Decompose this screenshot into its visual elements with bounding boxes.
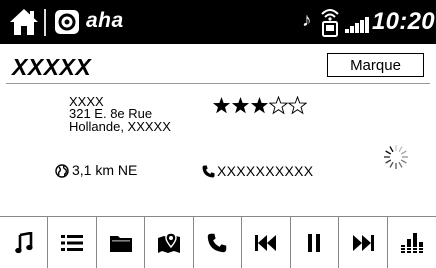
equalizer-button[interactable] <box>388 217 436 268</box>
phone-call-icon <box>208 233 227 252</box>
status-bar: aha ♪ 10:20 <box>0 0 436 44</box>
clock: 10:20 <box>372 8 435 35</box>
app-name: aha <box>86 9 124 32</box>
divider <box>6 83 430 84</box>
station-title: XXXXX <box>12 54 92 80</box>
globe-icon <box>55 164 69 178</box>
phone-button[interactable] <box>194 217 243 268</box>
music-button[interactable] <box>0 217 49 268</box>
phone-number[interactable]: XXXXXXXXXX <box>217 163 313 179</box>
map-pin-icon <box>158 231 181 253</box>
aha-logo-icon <box>55 10 79 34</box>
previous-track-button[interactable] <box>242 217 291 268</box>
next-track-button[interactable] <box>339 217 388 268</box>
folder-icon <box>109 235 132 252</box>
next-track-icon <box>352 234 374 251</box>
status-separator <box>44 9 46 36</box>
phone-wifi-icon <box>321 9 339 37</box>
pause-icon <box>308 233 321 252</box>
address-line-3: Hollande, XXXXX <box>69 119 171 134</box>
star-empty-icon <box>288 96 307 115</box>
star-empty-icon <box>269 96 288 115</box>
list-icon <box>61 234 84 251</box>
folder-button[interactable] <box>97 217 146 268</box>
star-filled-icon <box>212 96 231 114</box>
list-button[interactable] <box>48 217 97 268</box>
music-icon <box>14 231 33 253</box>
star-rating <box>212 96 307 115</box>
pause-button[interactable] <box>291 217 340 268</box>
bottom-toolbar <box>0 216 436 268</box>
marque-button[interactable]: Marque <box>327 53 424 77</box>
map-pin-button[interactable] <box>145 217 194 268</box>
distance-label: 3,1 km NE <box>72 162 138 178</box>
music-note-icon: ♪ <box>302 10 312 31</box>
screen: aha ♪ 10:20 XXXXX Marque XXXX 321 E. 8e … <box>0 0 436 268</box>
phone-icon <box>202 165 215 178</box>
signal-strength-icon <box>345 17 369 33</box>
star-filled-icon <box>231 96 250 114</box>
previous-track-icon <box>254 234 276 251</box>
home-icon[interactable] <box>8 7 40 37</box>
star-filled-icon <box>250 96 269 114</box>
loading-spinner-icon <box>384 145 408 169</box>
equalizer-icon <box>400 232 423 253</box>
